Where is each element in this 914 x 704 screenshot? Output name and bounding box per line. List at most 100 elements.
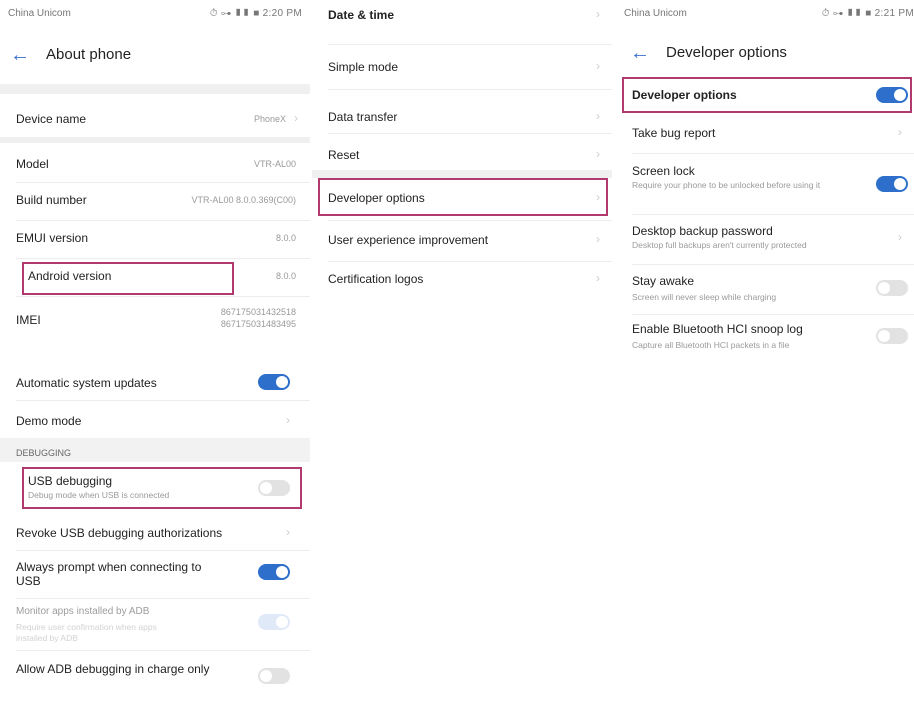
row-description: Screen will never sleep while charging bbox=[632, 292, 777, 302]
divider bbox=[16, 550, 310, 551]
always-prompt-switch[interactable] bbox=[258, 564, 290, 580]
monitor-adb-switch bbox=[258, 614, 290, 630]
carrier-label: China Unicom bbox=[8, 8, 71, 19]
row-description: Desktop full backups aren't currently pr… bbox=[632, 240, 807, 250]
section-header-debugging: DEBUGGING bbox=[16, 448, 72, 458]
row-value: 8.0.0 bbox=[275, 233, 296, 243]
divider bbox=[16, 650, 310, 651]
stay-awake-switch[interactable] bbox=[876, 280, 908, 296]
row-take-bug-report[interactable]: Take bug report › bbox=[616, 116, 914, 150]
app-bar: ← Developer options bbox=[616, 40, 914, 68]
status-icons-time: ⏱ ⊶ ▮▮ ■ 2:20 PM bbox=[209, 8, 302, 19]
row-label: Model bbox=[16, 157, 49, 171]
row-desktop-backup-password[interactable]: Desktop backup password Desktop full bac… bbox=[616, 218, 914, 264]
row-user-experience[interactable]: User experience improvement › bbox=[312, 221, 612, 261]
row-label: Data transfer bbox=[328, 110, 398, 124]
developer-options-panel: China Unicom ⏱ ⊶ ▮▮ ■ 2:21 PM ← Develope… bbox=[616, 0, 914, 352]
row-allow-adb-charge-only[interactable]: Allow ADB debugging in charge only bbox=[0, 654, 310, 686]
row-label: Take bug report bbox=[632, 126, 716, 140]
carrier-label: China Unicom bbox=[624, 8, 687, 19]
row-demo-mode[interactable]: Demo mode › bbox=[0, 402, 310, 436]
divider bbox=[632, 153, 914, 154]
row-value: 8.0.0 bbox=[275, 271, 296, 281]
row-certification-logos[interactable]: Certification logos › bbox=[312, 262, 612, 302]
row-model: Model VTR-AL00 bbox=[0, 143, 310, 183]
bluetooth-hci-switch[interactable] bbox=[876, 328, 908, 344]
divider bbox=[632, 314, 914, 315]
status-bar: China Unicom ⏱ ⊶ ▮▮ ■ 2:21 PM bbox=[616, 0, 914, 26]
row-label: Allow ADB debugging in charge only bbox=[16, 662, 210, 676]
row-label: IMEI bbox=[16, 313, 41, 327]
chevron-right-icon: › bbox=[596, 109, 600, 123]
row-label: User experience improvement bbox=[328, 233, 489, 247]
allow-adb-switch[interactable] bbox=[258, 668, 290, 684]
row-label-continued: USB bbox=[16, 574, 41, 588]
row-date-time[interactable]: Date & time › bbox=[312, 0, 612, 36]
chevron-right-icon: › bbox=[596, 7, 600, 21]
row-label: Automatic system updates bbox=[16, 376, 157, 390]
row-build-number: Build number VTR-AL00 8.0.0.369(C00) bbox=[0, 183, 310, 221]
row-label: EMUI version bbox=[16, 231, 89, 245]
highlight-developer-options bbox=[318, 178, 608, 216]
row-label: Simple mode bbox=[328, 60, 399, 74]
row-stay-awake[interactable]: Stay awake Screen will never sleep while… bbox=[616, 268, 914, 314]
back-arrow-icon[interactable]: ← bbox=[10, 42, 30, 68]
highlight-android-version bbox=[22, 262, 234, 295]
chevron-right-icon: › bbox=[898, 125, 902, 139]
divider bbox=[16, 598, 310, 599]
row-emui-version: EMUI version 8.0.0 bbox=[0, 221, 310, 259]
row-revoke-usb-authorizations[interactable]: Revoke USB debugging authorizations › bbox=[0, 514, 310, 548]
automatic-updates-switch[interactable] bbox=[258, 374, 290, 390]
chevron-right-icon: › bbox=[286, 525, 290, 539]
row-always-prompt-usb[interactable]: Always prompt when connecting to USB bbox=[0, 552, 310, 596]
row-label: Stay awake bbox=[632, 274, 695, 288]
row-label: Demo mode bbox=[16, 414, 82, 428]
row-simple-mode[interactable]: Simple mode › bbox=[312, 46, 612, 88]
row-device-name[interactable]: Device name PhoneX › bbox=[0, 100, 310, 140]
row-data-transfer[interactable]: Data transfer › bbox=[312, 90, 612, 132]
chevron-right-icon: › bbox=[596, 147, 600, 161]
row-label: Reset bbox=[328, 148, 360, 162]
row-monitor-adb-apps: Monitor apps installed by ADB Require us… bbox=[0, 600, 310, 648]
row-description: Require user confirmation when apps bbox=[16, 622, 157, 632]
divider bbox=[328, 44, 612, 45]
row-label: Enable Bluetooth HCI snoop log bbox=[632, 322, 803, 336]
back-arrow-icon[interactable]: ← bbox=[630, 40, 650, 66]
chevron-right-icon: › bbox=[294, 111, 298, 125]
page-title: Developer options bbox=[666, 44, 787, 61]
row-value: VTR-AL00 bbox=[253, 159, 296, 169]
row-label: Build number bbox=[16, 193, 87, 207]
chevron-right-icon: › bbox=[596, 232, 600, 246]
app-bar: ← About phone bbox=[0, 42, 310, 70]
chevron-right-icon: › bbox=[286, 413, 290, 427]
page-title: About phone bbox=[46, 46, 132, 63]
row-label: Date & time bbox=[328, 8, 395, 22]
row-label: Certification logos bbox=[328, 272, 424, 286]
row-description: Capture all Bluetooth HCI packets in a f… bbox=[632, 340, 790, 350]
row-label: Screen lock bbox=[632, 164, 695, 178]
highlight-usb-debugging bbox=[22, 467, 302, 509]
system-settings-panel: Date & time › Simple mode › Data transfe… bbox=[312, 0, 612, 352]
row-label: Always prompt when connecting to bbox=[16, 560, 202, 574]
divider bbox=[0, 84, 310, 94]
about-phone-panel: China Unicom ⏱ ⊶ ▮▮ ■ 2:20 PM ← About ph… bbox=[0, 0, 310, 352]
row-automatic-updates[interactable]: Automatic system updates bbox=[0, 364, 310, 398]
row-imei: IMEI 867175031432518 867175031483495 bbox=[0, 297, 310, 345]
divider bbox=[632, 214, 914, 215]
row-label: Monitor apps installed by ADB bbox=[16, 606, 150, 617]
row-description: Require your phone to be unlocked before… bbox=[632, 180, 821, 190]
highlight-developer-options-toggle bbox=[622, 77, 912, 113]
row-value: PhoneX bbox=[253, 114, 286, 124]
row-value: 867175031432518 bbox=[220, 307, 296, 317]
row-screen-lock[interactable]: Screen lock Require your phone to be unl… bbox=[616, 156, 914, 212]
debugging-panel: Automatic system updates Demo mode › DEB… bbox=[0, 356, 310, 686]
chevron-right-icon: › bbox=[596, 271, 600, 285]
divider bbox=[16, 400, 310, 401]
divider bbox=[312, 170, 612, 178]
screen-lock-switch[interactable] bbox=[876, 176, 908, 192]
chevron-right-icon: › bbox=[596, 59, 600, 73]
divider bbox=[632, 264, 914, 265]
row-label: Desktop backup password bbox=[632, 224, 773, 238]
row-bluetooth-hci-log[interactable]: Enable Bluetooth HCI snoop log Capture a… bbox=[616, 318, 914, 352]
row-label: Revoke USB debugging authorizations bbox=[16, 526, 223, 540]
